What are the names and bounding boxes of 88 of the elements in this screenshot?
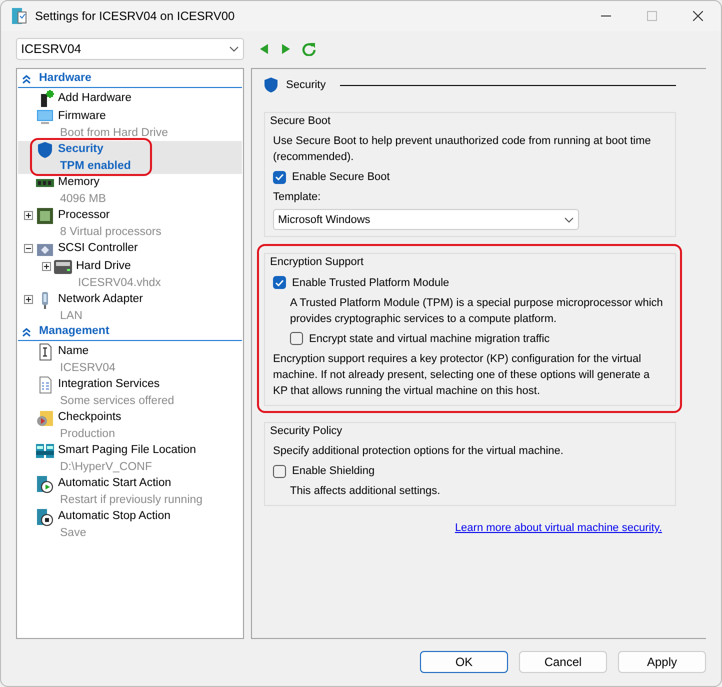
checkbox-label[interactable]: Encrypt state and virtual machine migration traffic [309,330,550,346]
description-text: Encryption support requires a key protector (KP) configuration for the virtual machine. If not already present, selecting one of these options will generate a KP that allows running the virtual machine on this host. [273,352,651,398]
description-text: Specify additional protection options for the virtual machine. [273,444,564,459]
description-text: This affects additional settings. [290,484,442,499]
field-label: Template: [273,190,322,205]
item-detail: ICESRV04.vhdx [77,276,161,290]
checkbox[interactable] [273,464,286,478]
item-label: Integration Services [58,377,161,392]
processor-icon [36,207,54,225]
tree-item[interactable]: Security TPM enabled [18,141,242,174]
pane-heading: Security [286,78,326,93]
tree-item[interactable]: Checkpoints Production [18,409,242,442]
vm-select[interactable]: ICESRV04 [16,38,244,60]
item-label: SCSI Controller [58,241,138,256]
template-select[interactable]: Microsoft Windows [273,209,579,230]
item-label: Name [58,344,90,359]
checkbox[interactable] [290,332,303,345]
caret-icon [564,216,574,222]
item-label: Automatic Start Action [58,476,172,491]
tree-item[interactable]: SCSI Controller [18,240,242,258]
forward-icon[interactable] [280,43,292,55]
expand-box-icon[interactable] [24,211,32,220]
item-label: Processor [58,208,111,223]
item-detail: D:\HyperV_CONF [59,460,154,474]
item-label: Memory [58,175,101,190]
item-label: Security [58,142,104,157]
monitor-icon [36,108,54,126]
group-title: Encryption Support [268,255,366,270]
section-header[interactable]: Management [18,324,242,341]
item-detail: 4096 MB [59,192,106,206]
collapse-icon[interactable] [22,328,31,336]
item-detail: 8 Virtual processors [59,224,162,240]
tree-item[interactable]: Automatic Start Action Restart if previously running [18,475,242,508]
item-label: Network Adapter [58,292,144,307]
description-text: Use Secure Boot to help prevent unauthorized code from running at boot time (recommended). [273,134,652,165]
caret-icon [229,46,239,52]
window-title: Settings for ICESRV04 on ICESRV00 [35,8,235,25]
checkbox[interactable] [273,276,286,289]
item-label: Automatic Stop Action [58,509,171,524]
shield-icon [264,77,278,94]
dialog-button[interactable]: OK [420,651,508,673]
close-icon[interactable] [693,11,703,21]
start-action-icon [36,475,54,493]
item-label: Firmware [58,109,107,124]
item-detail: Boot from Hard Drive [59,126,168,140]
tree-item[interactable]: Add Hardware [18,90,242,108]
app-icon [11,7,27,25]
refresh-icon[interactable] [302,42,316,56]
collapse-box-icon[interactable] [24,244,32,253]
checkbox[interactable] [273,170,286,184]
item-label: Add Hardware [58,91,132,106]
checkbox-label[interactable]: Enable Secure Boot [292,169,390,185]
shield-icon [36,141,54,159]
item-label: Checkpoints [58,410,122,425]
tree-item[interactable]: Integration Services Some services offered [18,376,242,409]
item-detail: LAN [59,308,84,324]
expand-box-icon[interactable] [42,262,50,271]
section-header[interactable]: Hardware [18,71,242,88]
section-title: Hardware [39,71,92,86]
checkbox-label[interactable]: Enable Shielding [292,463,375,479]
tree-item[interactable]: Smart Paging File Location D:\HyperV_CONF [18,442,242,475]
item-detail: Production [59,426,116,442]
tree-item[interactable]: Automatic Stop Action Save [18,508,242,541]
item-label: Hard Drive [76,259,132,274]
collapse-icon[interactable] [22,74,31,84]
item-detail: Restart if previously running [59,492,203,508]
section-title: Management [39,324,110,340]
tree-item[interactable]: Firmware Boot from Hard Drive [18,108,242,141]
tree-item[interactable]: Hard Drive ICESRV04.vhdx [18,258,242,291]
dialog-button[interactable]: Cancel [519,651,607,673]
hard-drive-icon [54,258,72,276]
tree-item[interactable]: Network Adapter LAN [18,291,242,324]
dialog-button[interactable]: Apply [618,651,706,673]
expand-box-icon[interactable] [24,295,32,304]
back-icon[interactable] [258,43,270,55]
item-label: Smart Paging File Location [58,443,196,458]
item-detail: ICESRV04 [59,360,116,376]
checkbox-label[interactable]: Enable Trusted Platform Module [292,274,450,290]
tree-item[interactable]: Memory 4096 MB [18,174,242,207]
help-link[interactable]: Learn more about virtual machine security. [454,522,662,534]
item-detail: TPM enabled [59,158,131,174]
item-detail: Save [59,526,88,540]
item-detail: Some services offered [59,394,174,408]
group-title: Security Policy [268,424,344,438]
tree-item[interactable]: Name ICESRV04 [18,343,242,376]
stop-action-icon [36,508,54,526]
description-text: A Trusted Platform Module (TPM) is a special purpose microprocessor which provides cryptographic services to a compute platform. [290,296,664,326]
tree-item[interactable]: Processor 8 Virtual processors [18,207,242,240]
